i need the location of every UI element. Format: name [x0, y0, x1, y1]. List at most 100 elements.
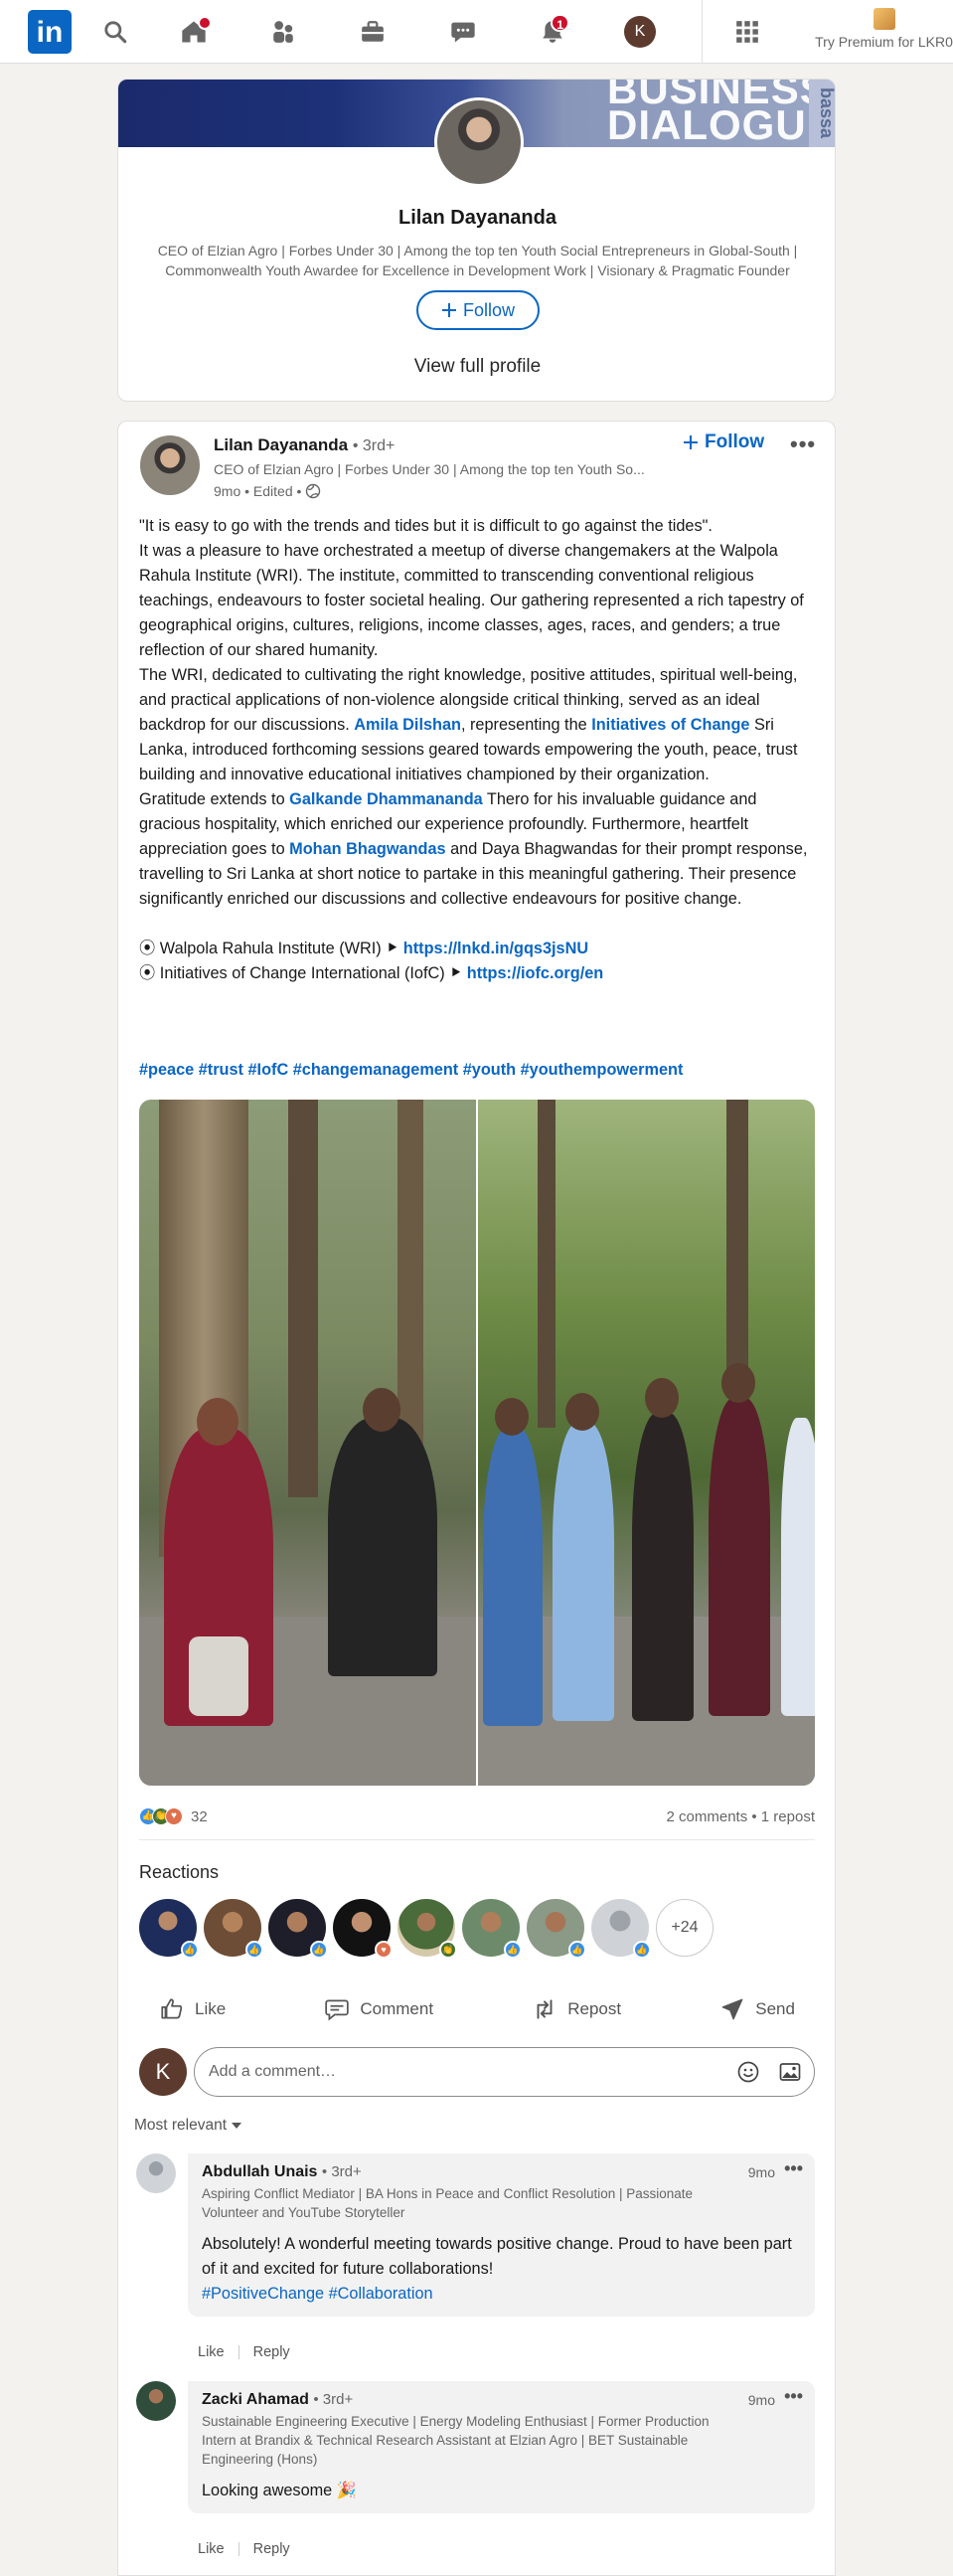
plus-icon	[441, 303, 456, 317]
author-name[interactable]: Lilan Dayananda	[214, 435, 348, 454]
post-follow-button[interactable]: Follow	[683, 431, 764, 453]
reactor-avatar[interactable]: 👍	[204, 1899, 263, 1959]
reactor-avatar[interactable]: 👍	[527, 1899, 586, 1959]
comment-like-button[interactable]: Like	[198, 2344, 225, 2360]
search-icon[interactable]	[95, 12, 135, 52]
comment-like-button[interactable]: Like	[198, 2541, 225, 2557]
author-avatar[interactable]	[140, 435, 200, 495]
send-button[interactable]: Send	[700, 1984, 815, 2034]
comment-text: Looking awesome 🎉	[202, 2482, 358, 2499]
jobs-icon[interactable]	[353, 12, 393, 52]
mention-amila-dilshan[interactable]: Amila Dilshan	[354, 716, 461, 734]
commenter-avatar[interactable]	[136, 2381, 176, 2421]
home-icon[interactable]	[174, 12, 214, 52]
post-link-line: ⦿ Initiatives of Change International (I…	[139, 964, 604, 982]
love-badge-icon: ♥	[375, 1941, 393, 1959]
commenter-avatar[interactable]	[136, 2153, 176, 2193]
profile-name[interactable]: Lilan Dayananda	[118, 207, 835, 230]
comments-reposts-count[interactable]: 2 comments • 1 repost	[667, 1808, 815, 1825]
reactor-avatar[interactable]: ♥	[333, 1899, 393, 1959]
my-network-icon[interactable]	[263, 12, 303, 52]
reactions-title: Reactions	[139, 1862, 220, 1882]
reactor-avatar[interactable]: 👍	[139, 1899, 199, 1959]
author-name-line[interactable]: Lilan Dayananda • 3rd+	[214, 435, 395, 455]
post-photos[interactable]	[139, 1100, 815, 1786]
post-paragraph: It was a pleasure to have orchestrated a…	[139, 542, 804, 659]
sort-label: Most relevant	[134, 2117, 228, 2134]
comment-item: Abdullah Unais • 3rd+ Aspiring Conflict …	[136, 2153, 815, 2362]
emoji-icon[interactable]	[736, 2060, 760, 2084]
notifications-badge: 1	[551, 14, 569, 32]
my-avatar[interactable]: K	[139, 2048, 187, 2096]
author-degree: • 3rd+	[352, 437, 396, 454]
like-badge-icon: 👍	[310, 1941, 328, 1959]
post-meta-text: 9mo • Edited •	[214, 483, 302, 499]
repost-label: Repost	[567, 1999, 622, 2018]
comment-reply-button[interactable]: Reply	[253, 2344, 290, 2360]
reactor-avatar[interactable]: 👏	[397, 1899, 457, 1959]
view-full-profile-link[interactable]: View full profile	[118, 356, 835, 378]
comment-item: Zacki Ahamad • 3rd+ Sustainable Engineer…	[136, 2381, 815, 2560]
comment-more-icon[interactable]: •••	[784, 2158, 803, 2179]
iofc-link[interactable]: https://iofc.org/en	[467, 964, 603, 982]
commenter-degree: • 3rd+	[313, 2391, 354, 2408]
reactors-list: 👍 👍 👍 ♥ 👏 👍 👍 👍 +24	[139, 1899, 714, 1959]
social-counts: 👍 👏 ♥ 32 2 comments • 1 repost	[139, 1805, 815, 1833]
reaction-icons[interactable]: 👍 👏 ♥	[139, 1807, 183, 1825]
wri-link[interactable]: https://lnkd.in/gqs3jsNU	[403, 940, 588, 957]
commenter-degree: • 3rd+	[321, 2163, 362, 2180]
reactor-avatar[interactable]: 👍	[268, 1899, 328, 1959]
comment-text: Absolutely! A wonderful meeting towards …	[202, 2235, 792, 2303]
like-button[interactable]: Like	[139, 1984, 245, 2034]
commenter-name[interactable]: Zacki Ahamad	[202, 2391, 309, 2408]
premium-label: Try Premium for LKR0	[815, 34, 953, 50]
commenter-headline: Sustainable Engineering Executive | Ener…	[202, 2414, 710, 2467]
reaction-count[interactable]: 32	[191, 1808, 208, 1825]
messaging-icon[interactable]	[443, 12, 483, 52]
post-body: "It is easy to go with the trends and ti…	[139, 514, 815, 986]
me-avatar[interactable]: K	[624, 16, 656, 48]
repost-icon	[537, 1999, 553, 2019]
image-icon[interactable]	[778, 2060, 802, 2084]
comment-placeholder: Add a comment…	[209, 2063, 337, 2080]
send-label: Send	[755, 1999, 795, 2018]
post-more-menu-icon[interactable]: •••	[790, 431, 816, 457]
comment-bubble: Zacki Ahamad • 3rd+ Sustainable Engineer…	[188, 2381, 815, 2513]
banner-text: BUSINESS DIALOGUE	[607, 79, 836, 148]
reactor-avatar[interactable]: 👍	[462, 1899, 522, 1959]
chevron-down-icon	[232, 2123, 242, 2129]
comment-sort-dropdown[interactable]: Most relevant	[134, 2117, 242, 2135]
post-actions: Like Comment Repost Send	[139, 1984, 815, 2034]
linkedin-logo[interactable]: in	[28, 10, 72, 54]
like-icon	[161, 1998, 183, 2019]
like-label: Like	[195, 1999, 227, 2018]
post-link-line: ⦿ Walpola Rahula Institute (WRI) ⯈ https…	[139, 940, 589, 957]
commenter-name[interactable]: Abdullah Unais	[202, 2163, 317, 2180]
mention-initiatives-of-change[interactable]: Initiatives of Change	[591, 716, 749, 734]
notifications-icon[interactable]: 1	[533, 12, 572, 52]
comment-button[interactable]: Comment	[304, 1984, 453, 2034]
comment-reply-button[interactable]: Reply	[253, 2541, 290, 2557]
repost-button[interactable]: Repost	[512, 1984, 641, 2034]
apps-grid-icon[interactable]	[727, 12, 767, 52]
commenter-headline: Aspiring Conflict Mediator | BA Hons in …	[202, 2186, 694, 2220]
comment-more-icon[interactable]: •••	[784, 2386, 803, 2407]
comment-input[interactable]: Add a comment…	[194, 2047, 815, 2097]
comment-composer: K Add a comment…	[139, 2045, 815, 2099]
post-hashtags[interactable]: #peace #trust #IofC #changemanagement #y…	[139, 1061, 683, 1080]
profile-photo[interactable]	[434, 97, 524, 187]
nav-divider	[702, 0, 703, 64]
more-reactors-button[interactable]: +24	[656, 1899, 714, 1957]
post-photo-left[interactable]	[139, 1100, 476, 1786]
post-photo-right[interactable]	[478, 1100, 815, 1786]
try-premium-link[interactable]: Try Premium for LKR0	[815, 8, 953, 50]
comment-hashtags[interactable]: #PositiveChange #Collaboration	[202, 2285, 433, 2303]
post-card: Lilan Dayananda • 3rd+ CEO of Elzian Agr…	[117, 421, 836, 2576]
author-headline: CEO of Elzian Agro | Forbes Under 30 | A…	[214, 461, 645, 477]
mention-galkande-dhammananda[interactable]: Galkande Dhammananda	[289, 790, 483, 808]
comment-time: 9mo	[747, 2164, 775, 2180]
follow-button[interactable]: Follow	[416, 290, 540, 330]
reactor-avatar[interactable]: 👍	[591, 1899, 651, 1959]
send-icon	[721, 1998, 743, 2020]
mention-mohan-bhagwandas[interactable]: Mohan Bhagwandas	[289, 840, 445, 858]
